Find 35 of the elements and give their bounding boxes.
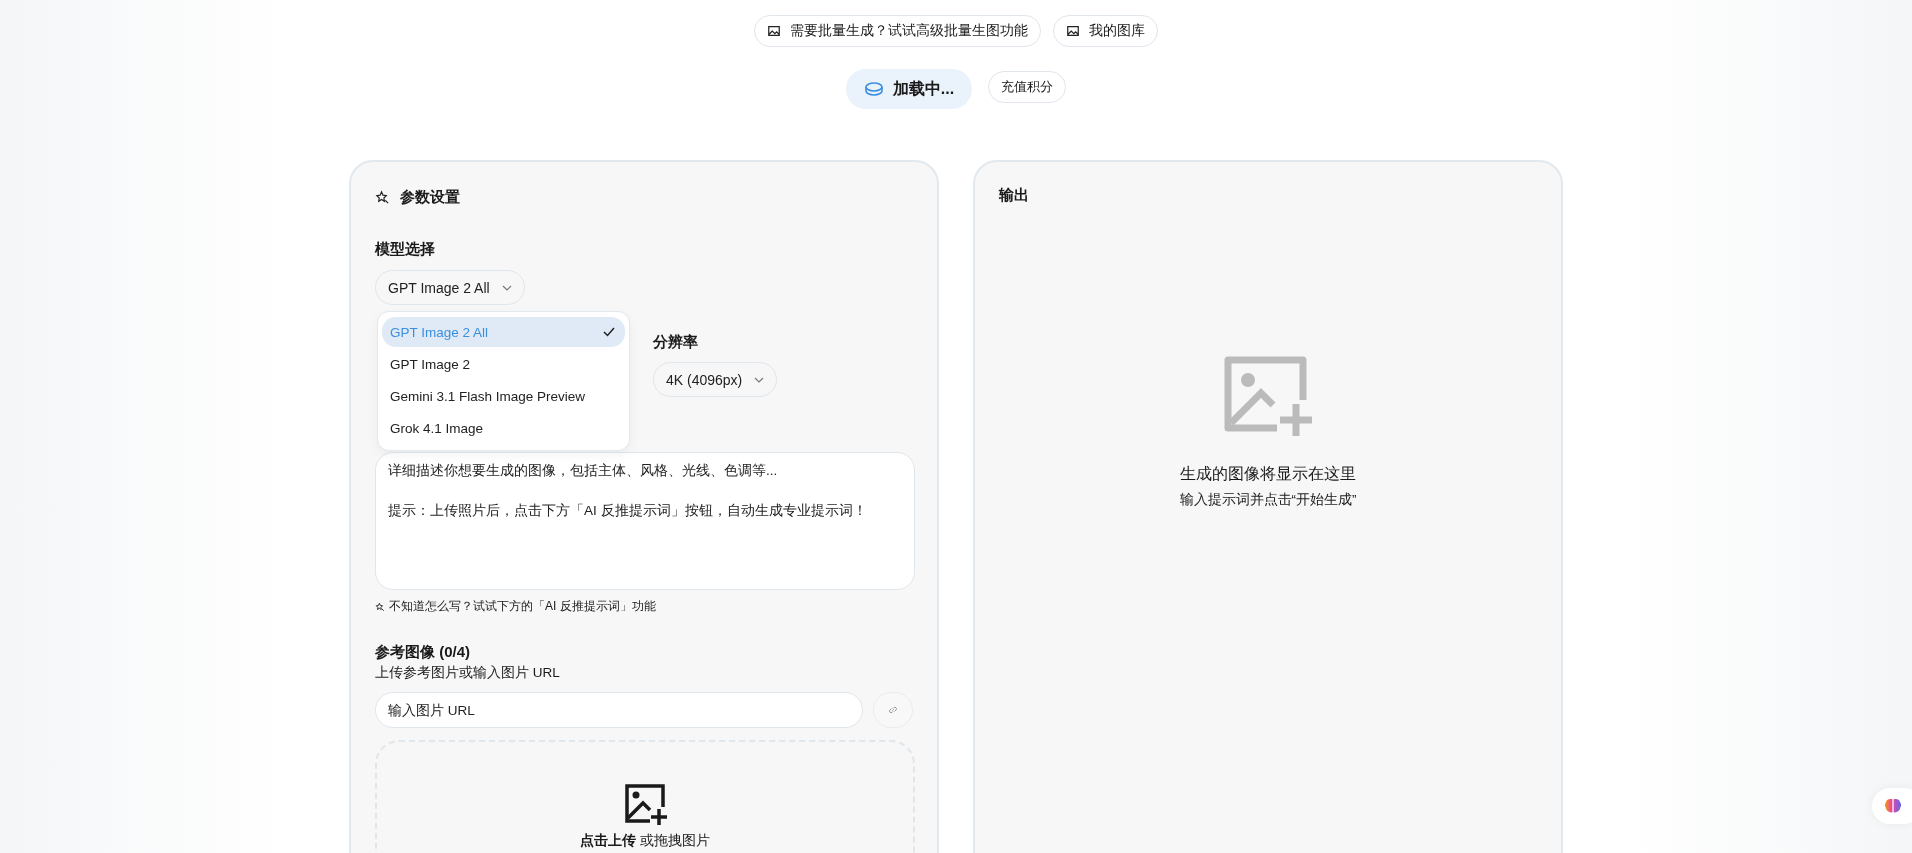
prompt-field[interactable]: 详细描述你想要生成的图像，包括主体、风格、光线、色调等... 提示：上传照片后，点击下方「AI 反推提示词」按钮，自动生成专业提示词！ — [375, 452, 915, 590]
upload-text: 点击上传 或拖拽图片 — [580, 832, 710, 850]
resolution-select[interactable]: 4K (4096px) — [653, 362, 778, 397]
recharge-button[interactable]: 充值积分 — [988, 71, 1067, 103]
section-subtitle: 上传参考图片或输入图片 URL — [375, 664, 561, 682]
image-icon — [767, 24, 781, 38]
section-title: 参考图像 (0/4) — [375, 642, 471, 662]
image-icon — [1066, 24, 1080, 38]
url-field[interactable]: 输入图片 URL — [375, 692, 864, 728]
field-label: 分辨率 — [653, 332, 699, 352]
empty-state-title: 生成的图像将显示在这里 — [1180, 464, 1356, 484]
panel-title: 输出 — [999, 186, 1030, 205]
empty-state-hint: 输入提示词并点击“开始生成” — [1179, 491, 1357, 509]
model-option[interactable]: Gemini 3.1 Flash Image Preview — [382, 381, 625, 411]
model-option[interactable]: GPT Image 2 — [382, 349, 625, 379]
field-label: 模型选择 — [375, 239, 436, 259]
credits-status: 加载中... — [845, 69, 973, 109]
top-link-button[interactable]: 我的图库 — [1053, 15, 1158, 47]
brain-icon — [1884, 798, 1902, 814]
add-image-icon — [623, 782, 667, 826]
add-image-icon — [1224, 356, 1312, 436]
coin-icon — [863, 81, 884, 97]
sparkle-icon — [375, 189, 390, 205]
link-icon — [887, 704, 900, 716]
checkmark-icon — [603, 327, 615, 337]
top-link-button[interactable]: 需要批量生成？试试高级批量生图功能 — [754, 15, 1041, 47]
chevron-icon — [501, 284, 512, 291]
panel-title: 参数设置 — [400, 187, 460, 207]
hint-text: 不知道怎么写？试试下方的「AI 反推提示词」功能 — [389, 598, 656, 615]
sparkle-icon — [375, 601, 385, 612]
model-option[interactable]: Grok 4.1 Image — [382, 413, 625, 443]
floating-assistant-button[interactable] — [1872, 788, 1912, 824]
chevron-icon — [754, 376, 765, 383]
model-select[interactable]: GPT Image 2 All — [375, 270, 525, 305]
upload-dropzone[interactable]: 点击上传 或拖拽图片 — [375, 740, 915, 853]
